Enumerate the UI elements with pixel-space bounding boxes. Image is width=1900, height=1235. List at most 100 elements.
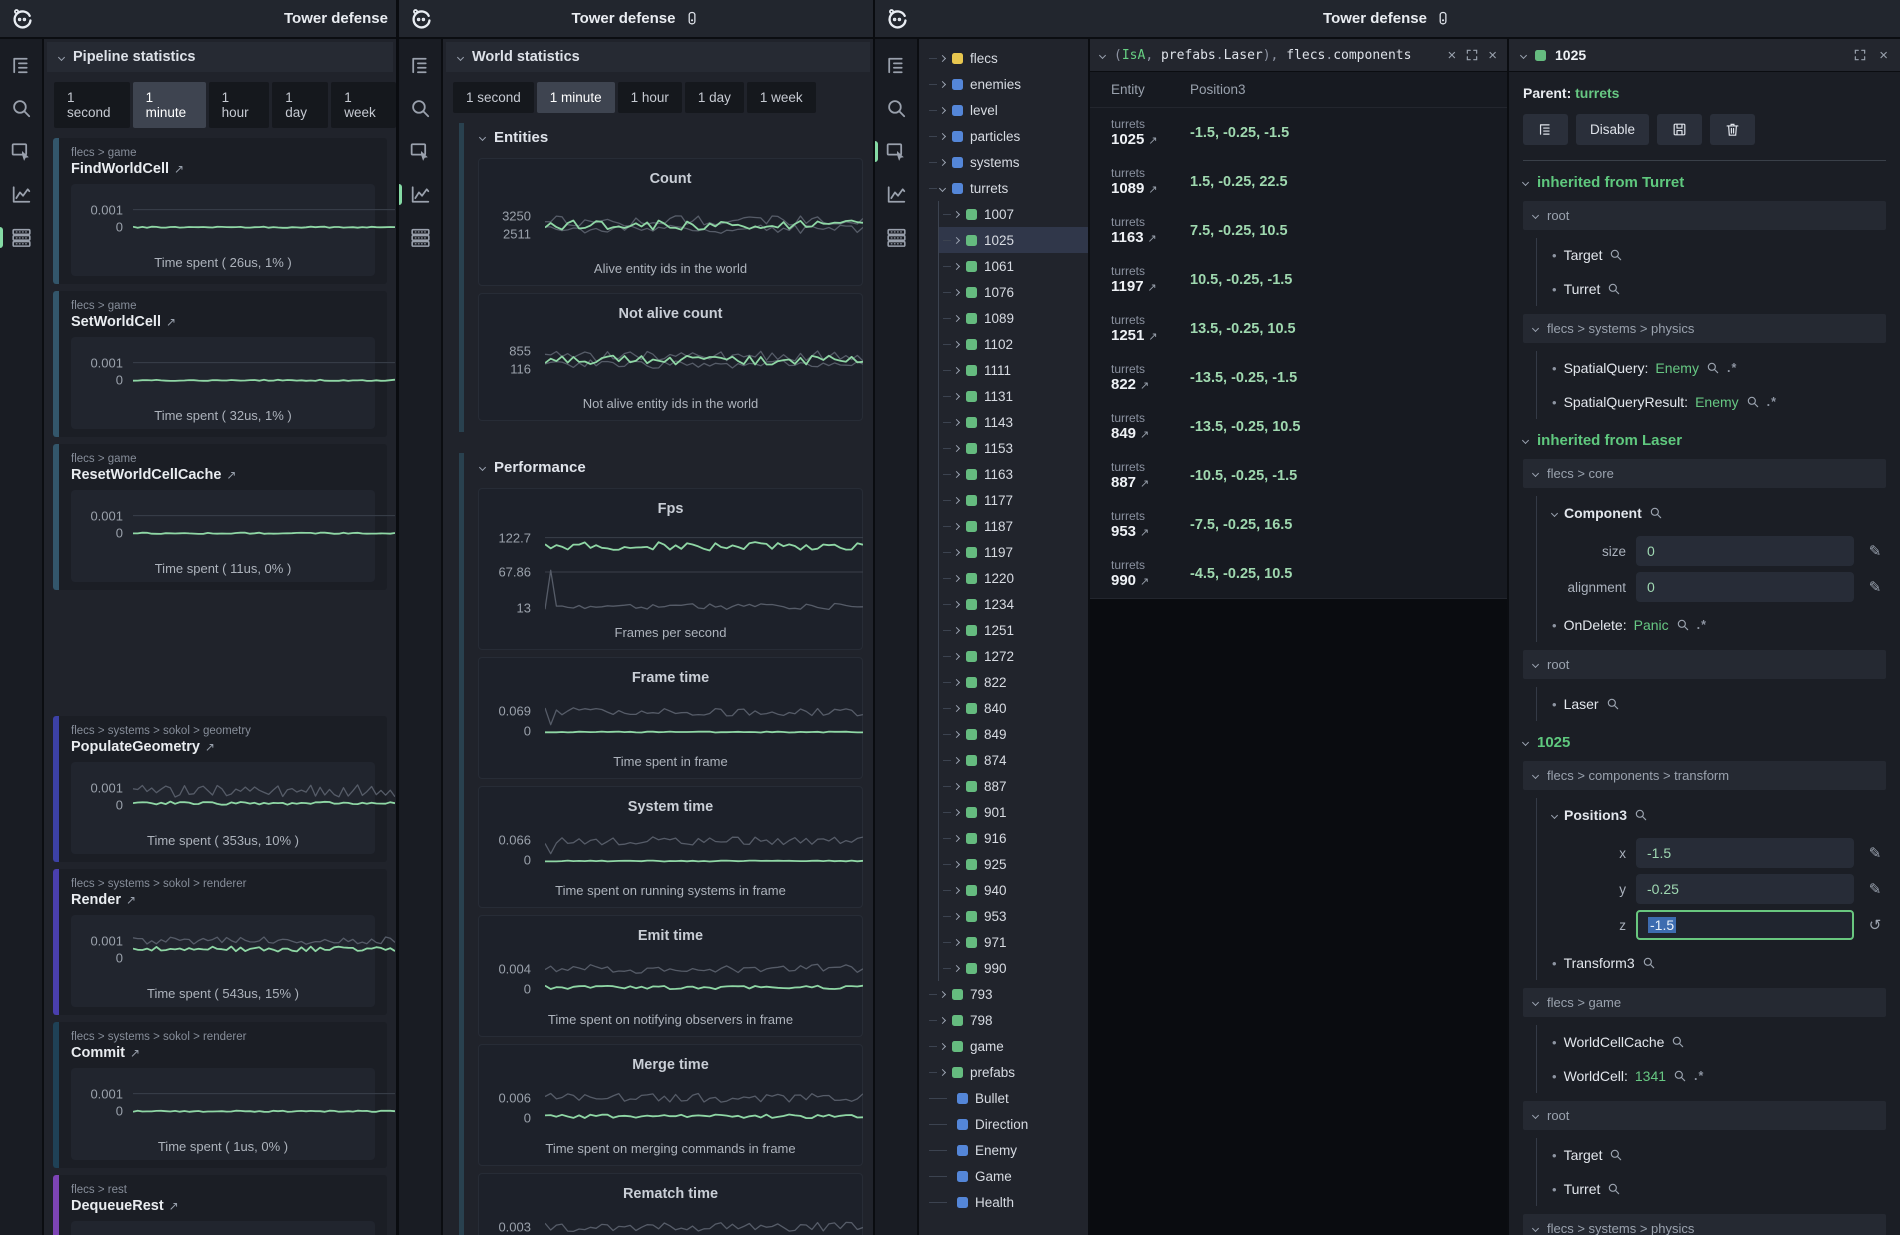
chevron-right-icon[interactable] [953,288,960,295]
chevron-right-icon[interactable] [939,54,946,61]
component-value-link[interactable]: Enemy [1655,360,1699,376]
tree-item-849[interactable]: 849 [939,721,1088,747]
pair-icon[interactable]: .* [1767,395,1777,409]
magnifier-icon[interactable] [1609,248,1623,262]
tree-item-1111[interactable]: 1111 [939,357,1088,383]
tree-item-turrets[interactable]: turrets [919,175,1088,201]
chevron-down-icon[interactable] [1520,51,1527,58]
entity-id-link[interactable]: 849↗ [1111,425,1190,442]
tree-item-particles[interactable]: particles [919,123,1088,149]
tab-1-second[interactable]: 1 second [54,82,130,128]
tree-item-1272[interactable]: 1272 [939,643,1088,669]
chevron-right-icon[interactable] [953,964,960,971]
component-value-link[interactable]: Enemy [1695,394,1739,410]
magnifier-icon[interactable] [1606,697,1620,711]
edit-pencil-icon[interactable]: ✎ [1864,880,1886,898]
stats-icon[interactable] [884,225,909,250]
tree-item-953[interactable]: 953 [939,903,1088,929]
tree-item-1153[interactable]: 1153 [939,435,1088,461]
entity-cell[interactable]: turrets1251↗ [1090,313,1190,344]
tree-item-game[interactable]: game [919,1033,1088,1059]
magnifier-icon[interactable] [1676,618,1690,632]
chevron-right-icon[interactable] [953,626,960,633]
tree-icon[interactable] [9,53,34,78]
query-result-row[interactable]: turrets849↗-13.5, -0.25, 10.5 [1090,402,1507,451]
field-input-x[interactable]: -1.5 [1636,838,1854,868]
edit-pencil-icon[interactable]: ✎ [1864,844,1886,862]
tree-item-1234[interactable]: 1234 [939,591,1088,617]
query-expression[interactable]: (IsA, prefabs.Laser), flecs.components [1114,48,1438,63]
magnifier-icon[interactable] [1607,282,1621,296]
inspect-icon[interactable] [408,139,433,164]
entity-id-link[interactable]: 1163↗ [1111,229,1190,246]
tab-1-week[interactable]: 1 week [747,82,816,113]
tree-item-1076[interactable]: 1076 [939,279,1088,305]
component-item-Component[interactable]: Component [1537,496,1886,530]
tree-item-1061[interactable]: 1061 [939,253,1088,279]
entity-cell[interactable]: turrets1089↗ [1090,166,1190,197]
inspector-section-header[interactable]: inherited from Laser [1523,432,1886,449]
pair-icon[interactable]: .* [1697,618,1707,632]
search-icon[interactable] [9,96,34,121]
chevron-down-icon[interactable] [1551,509,1558,516]
tree-item-840[interactable]: 840 [939,695,1088,721]
tree-item-prefabs[interactable]: prefabs [919,1059,1088,1085]
component-value-link[interactable]: Panic [1634,617,1669,633]
chart-icon[interactable] [9,182,34,207]
chevron-right-icon[interactable] [953,314,960,321]
inspect-icon[interactable] [9,139,34,164]
chevron-right-icon[interactable] [953,418,960,425]
chevron-right-icon[interactable] [953,938,960,945]
system-name-link[interactable]: Commit↗ [71,1045,375,1061]
tree-item-874[interactable]: 874 [939,747,1088,773]
query-result-row[interactable]: turrets990↗-4.5, -0.25, 10.5 [1090,549,1507,598]
entity-cell[interactable]: turrets953↗ [1090,509,1190,540]
chevron-right-icon[interactable] [953,834,960,841]
entity-id-link[interactable]: 822↗ [1111,376,1190,393]
tree-item-1143[interactable]: 1143 [939,409,1088,435]
close-icon[interactable]: × [1879,48,1888,63]
chevron-right-icon[interactable] [953,548,960,555]
chevron-right-icon[interactable] [953,678,960,685]
tree-item-systems[interactable]: systems [919,149,1088,175]
tree-item-1187[interactable]: 1187 [939,513,1088,539]
chevron-down-icon[interactable] [939,184,946,191]
tree-item-flecs[interactable]: flecs [919,45,1088,71]
query-result-row[interactable]: turrets822↗-13.5, -0.25, -1.5 [1090,353,1507,402]
chevron-right-icon[interactable] [953,600,960,607]
tree-item-940[interactable]: 940 [939,877,1088,903]
chevron-right-icon[interactable] [953,782,960,789]
query-result-row[interactable]: turrets887↗-10.5, -0.25, -1.5 [1090,451,1507,500]
tab-1-hour[interactable]: 1 hour [209,82,270,128]
chevron-right-icon[interactable] [953,756,960,763]
section-header[interactable]: Performance [478,453,863,488]
chevron-right-icon[interactable] [939,1042,946,1049]
tree-item-971[interactable]: 971 [939,929,1088,955]
tree-item-798[interactable]: 798 [919,1007,1088,1033]
stats-icon[interactable] [9,225,34,250]
tree-item-925[interactable]: 925 [939,851,1088,877]
component-item-Laser[interactable]: •Laser [1537,687,1886,721]
chevron-right-icon[interactable] [953,262,960,269]
tree-item-1220[interactable]: 1220 [939,565,1088,591]
chevron-down-icon[interactable] [1099,51,1106,58]
chevron-right-icon[interactable] [953,730,960,737]
entity-cell[interactable]: turrets849↗ [1090,411,1190,442]
panel-header[interactable]: World statistics [446,42,870,72]
tree-item-1197[interactable]: 1197 [939,539,1088,565]
tree-icon[interactable] [408,53,433,78]
save-button[interactable] [1657,114,1702,145]
tree-item-enemies[interactable]: enemies [919,71,1088,97]
magnifier-icon[interactable] [1673,1069,1687,1083]
chevron-right-icon[interactable] [953,392,960,399]
inspect-icon[interactable] [884,139,909,164]
query-result-row[interactable]: turrets1089↗1.5, -0.25, 22.5 [1090,157,1507,206]
parent-link[interactable]: turrets [1575,85,1619,101]
chevron-right-icon[interactable] [939,80,946,87]
magnifier-icon[interactable] [1706,361,1720,375]
magnifier-icon[interactable] [1746,395,1760,409]
magnifier-icon[interactable] [1634,808,1648,822]
tree-item-Game[interactable]: Game [919,1163,1088,1189]
entity-id-link[interactable]: 1025↗ [1111,131,1190,148]
trash-button[interactable] [1710,114,1755,145]
